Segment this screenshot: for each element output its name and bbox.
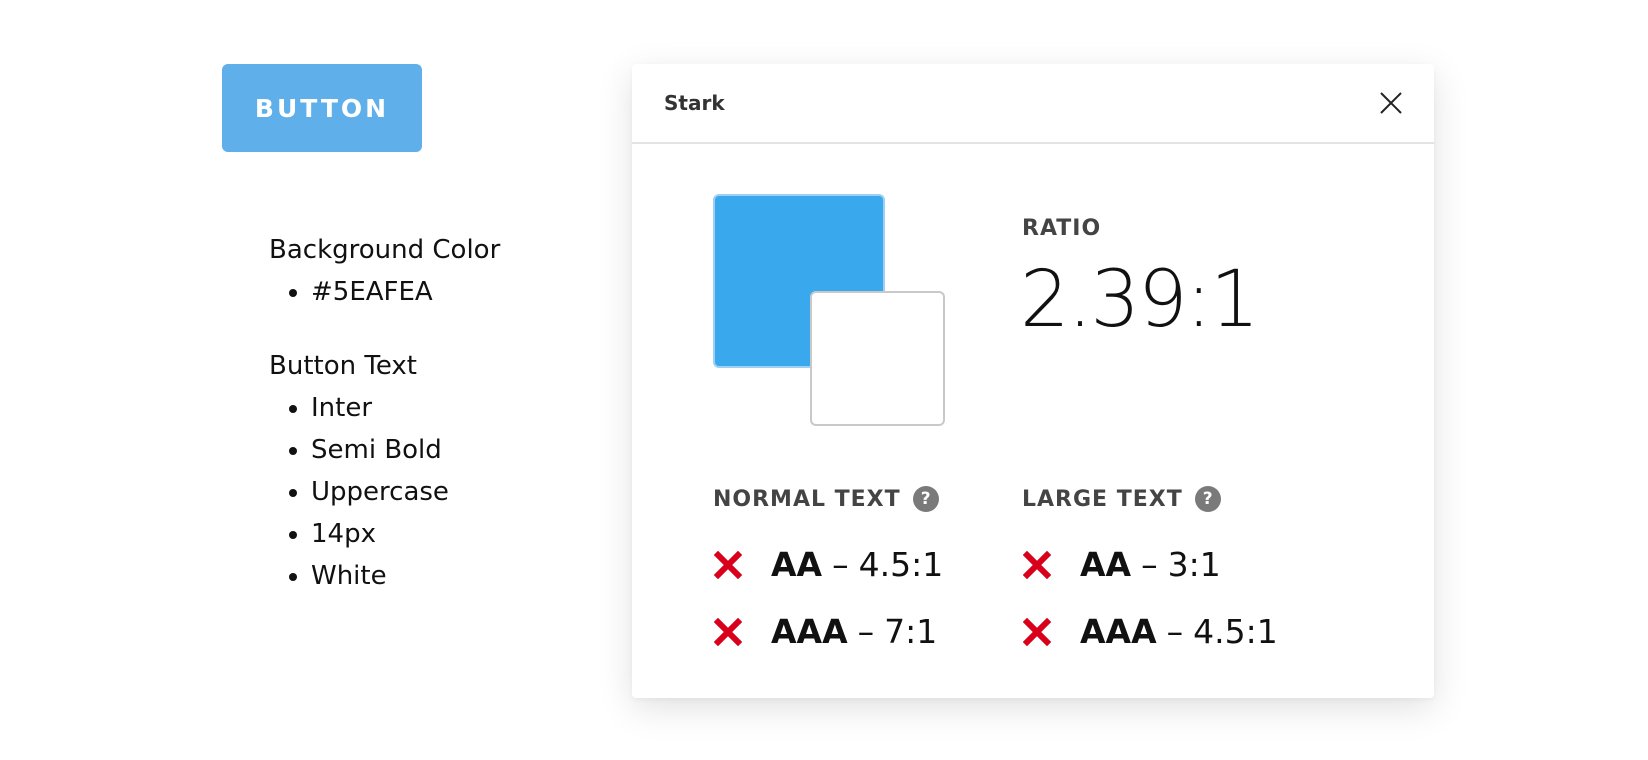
button-text-heading: Button Text xyxy=(269,351,417,381)
check-requirement: 4.5:1 xyxy=(858,545,944,584)
large-aaa-check: AAA – 4.5:1 xyxy=(1022,612,1278,651)
list-item: Inter xyxy=(311,387,449,429)
background-color-swatch[interactable] xyxy=(810,291,945,426)
fail-x-icon xyxy=(713,550,743,580)
ratio-label: RATIO xyxy=(1022,216,1102,241)
background-color-heading: Background Color xyxy=(269,235,501,265)
normal-text-label: NORMAL TEXT ? xyxy=(713,486,939,512)
stark-panel: Stark RATIO 2.39:1 NORMAL TEXT ? AA – 4.… xyxy=(632,64,1434,698)
normal-aaa-check: AAA – 7:1 xyxy=(713,612,937,651)
check-level: AA xyxy=(771,545,823,584)
check-dash: – xyxy=(832,545,849,584)
check-level: AAA xyxy=(771,612,848,651)
list-item: 14px xyxy=(311,513,449,555)
panel-title: Stark xyxy=(664,91,725,115)
help-icon[interactable]: ? xyxy=(1194,486,1221,512)
check-level: AA xyxy=(1080,545,1132,584)
background-color-spec: Background Color #5EAFEA xyxy=(269,233,500,313)
check-level: AAA xyxy=(1080,612,1157,651)
check-dash: – xyxy=(1166,612,1184,651)
check-requirement: 3:1 xyxy=(1167,545,1221,584)
normal-text-title: NORMAL TEXT xyxy=(713,486,901,512)
panel-header: Stark xyxy=(632,64,1434,144)
check-dash: – xyxy=(857,612,875,651)
list-item: Uppercase xyxy=(311,471,449,513)
ratio-value: 2.39:1 xyxy=(1020,255,1260,345)
background-color-list: #5EAFEA xyxy=(269,271,500,313)
normal-aa-check: AA – 4.5:1 xyxy=(713,545,943,584)
fail-x-icon xyxy=(1022,617,1052,647)
help-icon[interactable]: ? xyxy=(912,486,939,512)
list-item: White xyxy=(311,555,449,597)
check-dash: – xyxy=(1141,545,1158,584)
large-text-title: LARGE TEXT xyxy=(1022,486,1183,512)
button-text-list: Inter Semi Bold Uppercase 14px White xyxy=(269,387,449,597)
close-icon[interactable] xyxy=(1376,88,1406,118)
list-item: Semi Bold xyxy=(311,429,449,471)
fail-x-icon xyxy=(713,617,743,647)
large-aa-check: AA – 3:1 xyxy=(1022,545,1221,584)
fail-x-icon xyxy=(1022,550,1052,580)
large-text-label: LARGE TEXT ? xyxy=(1022,486,1221,512)
canvas: BUTTON Background Color #5EAFEA Button T… xyxy=(0,0,1648,760)
check-requirement: 7:1 xyxy=(884,612,938,651)
list-item: #5EAFEA xyxy=(311,271,500,313)
sample-button[interactable]: BUTTON xyxy=(222,64,422,152)
check-requirement: 4.5:1 xyxy=(1193,612,1278,651)
button-text-spec: Button Text Inter Semi Bold Uppercase 14… xyxy=(269,349,449,597)
